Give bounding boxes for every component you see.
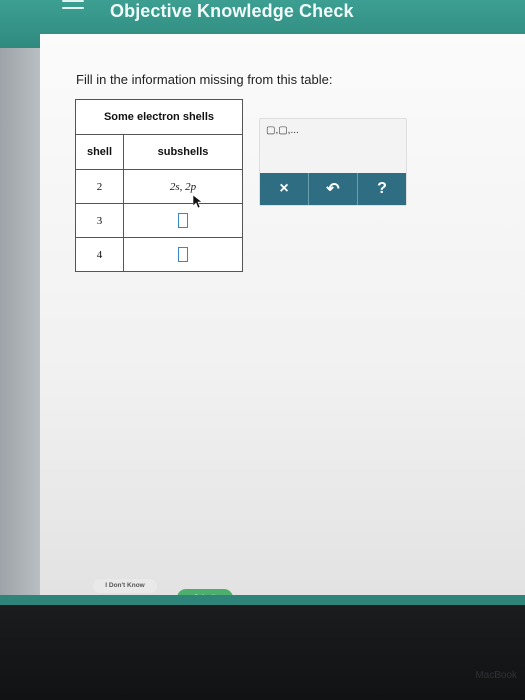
dont-know-button[interactable]: I Don't Know xyxy=(93,579,157,593)
table-row: 4 xyxy=(75,237,243,272)
shell-cell: 4 xyxy=(75,237,124,272)
list-template-button[interactable]: ▢,▢,... xyxy=(266,125,299,136)
column-header-subshells: subshells xyxy=(123,134,243,170)
page-title: Objective Knowledge Check xyxy=(110,1,354,21)
palette-button-bar: × ↶ ? xyxy=(260,173,406,205)
electron-shells-table: Some electron shells shell subshells 2 2… xyxy=(75,99,243,272)
undo-button[interactable]: ↶ xyxy=(309,173,358,205)
footer-band xyxy=(0,595,525,605)
list-template-label: ▢,▢,... xyxy=(266,125,299,136)
subshells-cell xyxy=(123,237,243,272)
math-tool-palette: ▢,▢,... × ↶ ? xyxy=(259,118,407,206)
menu-icon[interactable] xyxy=(62,0,84,18)
clear-button[interactable]: × xyxy=(260,173,309,205)
subshells-answer-input-shell-3[interactable] xyxy=(178,213,188,228)
table-caption: Some electron shells xyxy=(75,99,243,135)
help-button[interactable]: ? xyxy=(358,173,406,205)
shell-cell: 3 xyxy=(75,203,124,238)
shell-cell: 2 xyxy=(75,169,124,204)
subshells-cell: 2s, 2p xyxy=(123,169,243,204)
table-row: 3 xyxy=(75,203,243,238)
table-row: 2 2s, 2p xyxy=(75,169,243,204)
subshells-cell xyxy=(123,203,243,238)
question-prompt: Fill in the information missing from thi… xyxy=(76,72,333,87)
subshells-answer-input-shell-4[interactable] xyxy=(178,247,188,262)
device-brand: MacBook xyxy=(475,670,517,681)
question-panel: Fill in the information missing from thi… xyxy=(40,34,525,607)
screen-edge xyxy=(0,48,40,608)
mouse-cursor-icon xyxy=(193,195,203,209)
laptop-bezel xyxy=(0,605,525,700)
column-header-shell: shell xyxy=(75,134,124,170)
